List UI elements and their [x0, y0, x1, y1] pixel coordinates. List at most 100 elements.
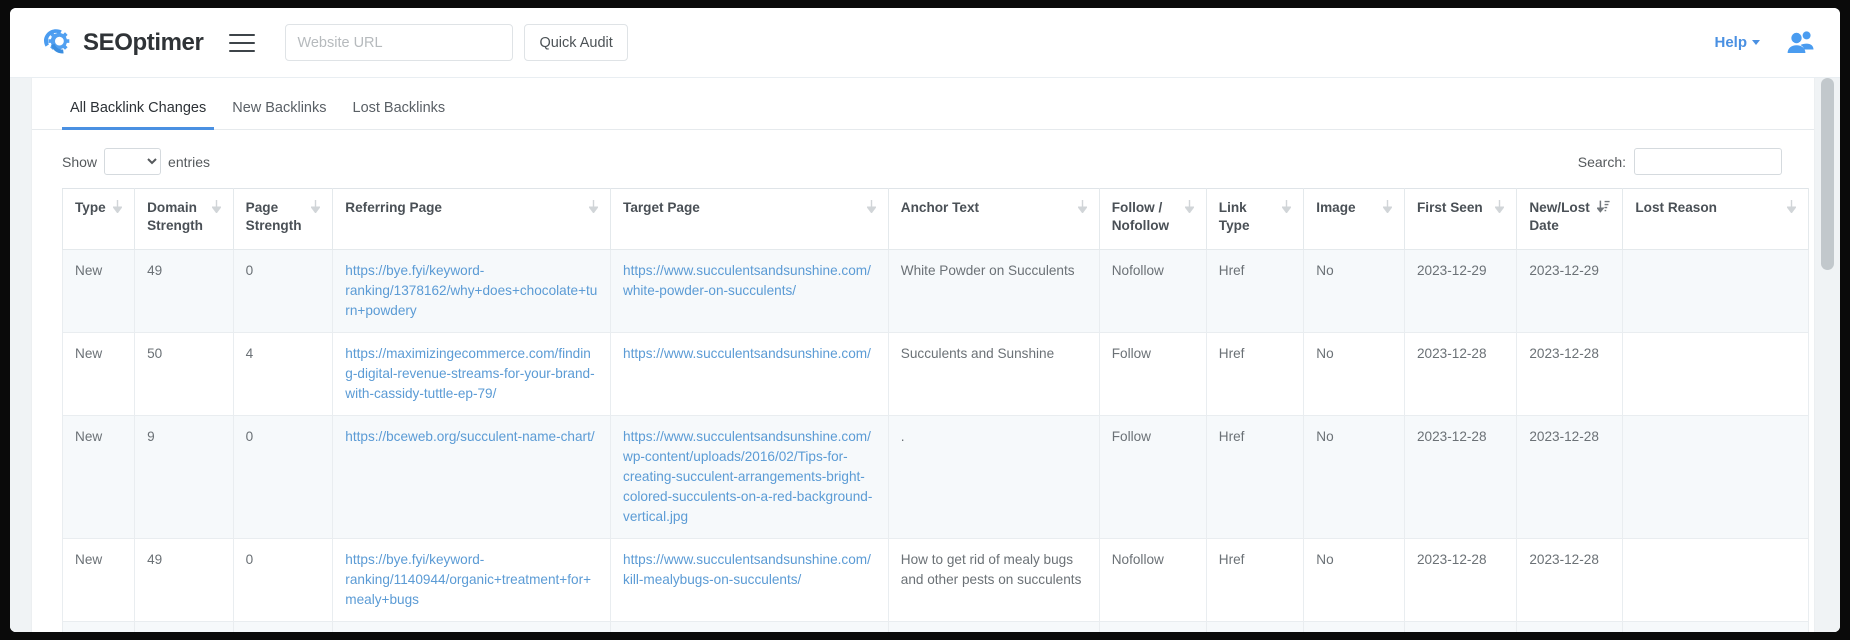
cell-type: New — [63, 621, 135, 632]
cell-follow: Follow — [1099, 621, 1206, 632]
website-url-input[interactable] — [285, 24, 513, 61]
tab-new-backlinks[interactable]: New Backlinks — [224, 100, 334, 130]
users-icon[interactable] — [1786, 30, 1814, 56]
col-first-seen[interactable]: First Seen — [1405, 189, 1517, 250]
cell-anchor-text: . — [888, 621, 1099, 632]
cell-anchor-text: White Powder on Succulents — [888, 250, 1099, 333]
table-scroll-area[interactable]: Type Domain Strength Page Strength — [32, 188, 1814, 632]
col-domain-strength[interactable]: Domain Strength — [135, 189, 234, 250]
quick-audit-button[interactable]: Quick Audit — [524, 24, 627, 61]
cell-lost-reason — [1623, 621, 1809, 632]
show-entries-control: Show 102550100 entries — [62, 148, 210, 175]
tab-lost-backlinks[interactable]: Lost Backlinks — [345, 100, 454, 130]
col-follow-nofollow[interactable]: Follow / Nofollow — [1099, 189, 1206, 250]
col-domain-strength-label: Domain Strength — [147, 199, 206, 235]
backlink-tabs: All Backlink Changes New Backlinks Lost … — [32, 78, 1814, 130]
brand-name: SEOptimer — [83, 29, 203, 57]
cell-domain-strength: 50 — [135, 333, 234, 416]
navbar-right: Help — [1714, 30, 1814, 56]
referring-page-link[interactable]: https://bceweb.org/succulent-name-chart/ — [345, 429, 594, 444]
chevron-down-icon — [1752, 40, 1760, 45]
col-type[interactable]: Type — [63, 189, 135, 250]
cell-follow: Nofollow — [1099, 538, 1206, 621]
table-row[interactable]: New 49 0 https://bye.fyi/keyword-ranking… — [63, 250, 1809, 333]
entries-per-page-select[interactable]: 102550100 — [104, 148, 161, 175]
table-row[interactable]: New 9 0 https://bceweb.org/succulent-nam… — [63, 621, 1809, 632]
tab-all-backlink-changes[interactable]: All Backlink Changes — [62, 100, 214, 130]
target-page-link[interactable]: https://www.succulentsandsunshine.com/ki… — [623, 552, 871, 587]
cell-first-seen: 2023-12-28 — [1405, 621, 1517, 632]
cell-link-type: Href — [1206, 250, 1304, 333]
cell-target-page[interactable]: https://www.succulentsandsunshine.com/wp… — [611, 415, 889, 538]
col-link-type[interactable]: Link Type — [1206, 189, 1304, 250]
col-image[interactable]: Image — [1304, 189, 1405, 250]
referring-page-link[interactable]: https://maximizingecommerce.com/finding-… — [345, 346, 594, 401]
cell-image: No — [1304, 621, 1405, 632]
referring-page-link[interactable]: https://bye.fyi/keyword-ranking/1140944/… — [345, 552, 591, 607]
cell-referring-page[interactable]: https://bye.fyi/keyword-ranking/1378162/… — [333, 250, 611, 333]
cell-follow: Follow — [1099, 333, 1206, 416]
referring-page-link[interactable]: https://bye.fyi/keyword-ranking/1378162/… — [345, 263, 597, 318]
backlink-changes-table: Type Domain Strength Page Strength — [62, 188, 1809, 632]
col-referring-page-label: Referring Page — [345, 199, 442, 217]
cell-referring-page[interactable]: https://bye.fyi/keyword-ranking/1140944/… — [333, 538, 611, 621]
col-page-strength[interactable]: Page Strength — [233, 189, 333, 250]
cell-first-seen: 2023-12-28 — [1405, 415, 1517, 538]
screen: SEOptimer Quick Audit Help — [0, 0, 1850, 640]
brand-logo[interactable]: SEOptimer — [40, 26, 203, 60]
col-lost-reason-label: Lost Reason — [1635, 199, 1717, 217]
target-page-link[interactable]: https://www.succulentsandsunshine.com/ — [623, 346, 871, 361]
seoptimer-gear-icon — [40, 26, 74, 60]
table-row[interactable]: New 9 0 https://bceweb.org/succulent-nam… — [63, 415, 1809, 538]
cell-page-strength: 4 — [233, 333, 333, 416]
help-menu[interactable]: Help — [1714, 34, 1760, 51]
cell-lost-reason — [1623, 538, 1809, 621]
col-referring-page[interactable]: Referring Page — [333, 189, 611, 250]
sort-icon — [589, 200, 598, 218]
col-new-lost-date-label: New/Lost Date — [1529, 199, 1591, 235]
cell-referring-page[interactable]: https://maximizingecommerce.com/finding-… — [333, 333, 611, 416]
sort-icon — [867, 200, 876, 218]
cell-lost-reason — [1623, 415, 1809, 538]
sort-icon — [1078, 200, 1087, 218]
cell-first-seen: 2023-12-28 — [1405, 538, 1517, 621]
cell-lost-reason — [1623, 250, 1809, 333]
search-input[interactable] — [1634, 148, 1782, 175]
hamburger-icon[interactable] — [229, 32, 255, 54]
target-page-link[interactable]: https://www.succulentsandsunshine.com/wp… — [623, 429, 872, 524]
cell-target-page[interactable]: https://www.succulentsandsunshine.com/ — [611, 333, 889, 416]
col-new-lost-date[interactable]: New/Lost Date — [1517, 189, 1623, 250]
cell-new-lost-date: 2023-12-29 — [1517, 250, 1623, 333]
col-anchor-text[interactable]: Anchor Text — [888, 189, 1099, 250]
cell-referring-page[interactable]: https://bceweb.org/succulent-name-chart/ — [333, 415, 611, 538]
cell-link-type: Href — [1206, 333, 1304, 416]
col-page-strength-label: Page Strength — [246, 199, 306, 235]
cell-page-strength: 0 — [233, 621, 333, 632]
cell-referring-page[interactable]: https://bceweb.org/succulent-name-chart/ — [333, 621, 611, 632]
vertical-scrollbar-thumb[interactable] — [1821, 78, 1834, 270]
cell-page-strength: 0 — [233, 538, 333, 621]
cell-target-page[interactable]: https://www.succulentsandsunshine.com/ki… — [611, 538, 889, 621]
show-label: Show — [62, 154, 97, 170]
col-follow-nofollow-label: Follow / Nofollow — [1112, 199, 1179, 235]
page-body: All Backlink Changes New Backlinks Lost … — [10, 78, 1840, 632]
col-lost-reason[interactable]: Lost Reason — [1623, 189, 1809, 250]
cell-domain-strength: 49 — [135, 250, 234, 333]
col-image-label: Image — [1316, 199, 1355, 217]
table-row[interactable]: New 50 4 https://maximizingecommerce.com… — [63, 333, 1809, 416]
cell-target-page[interactable]: https://www.succulentsandsunshine.com/wh… — [611, 250, 889, 333]
target-page-link[interactable]: https://www.succulentsandsunshine.com/wh… — [623, 263, 871, 298]
cell-new-lost-date: 2023-12-28 — [1517, 621, 1623, 632]
cell-link-type: Href — [1206, 621, 1304, 632]
entries-label: entries — [168, 154, 210, 170]
table-row[interactable]: New 49 0 https://bye.fyi/keyword-ranking… — [63, 538, 1809, 621]
main-content: All Backlink Changes New Backlinks Lost … — [32, 78, 1814, 632]
cell-image: No — [1304, 333, 1405, 416]
sort-icon — [1495, 200, 1504, 218]
cell-target-page[interactable]: https://www.succulentsandsunshine.com/wp… — [611, 621, 889, 632]
cell-type: New — [63, 415, 135, 538]
cell-image: No — [1304, 538, 1405, 621]
sort-icon — [1383, 200, 1392, 218]
sort-icon — [1185, 200, 1194, 218]
col-target-page[interactable]: Target Page — [611, 189, 889, 250]
